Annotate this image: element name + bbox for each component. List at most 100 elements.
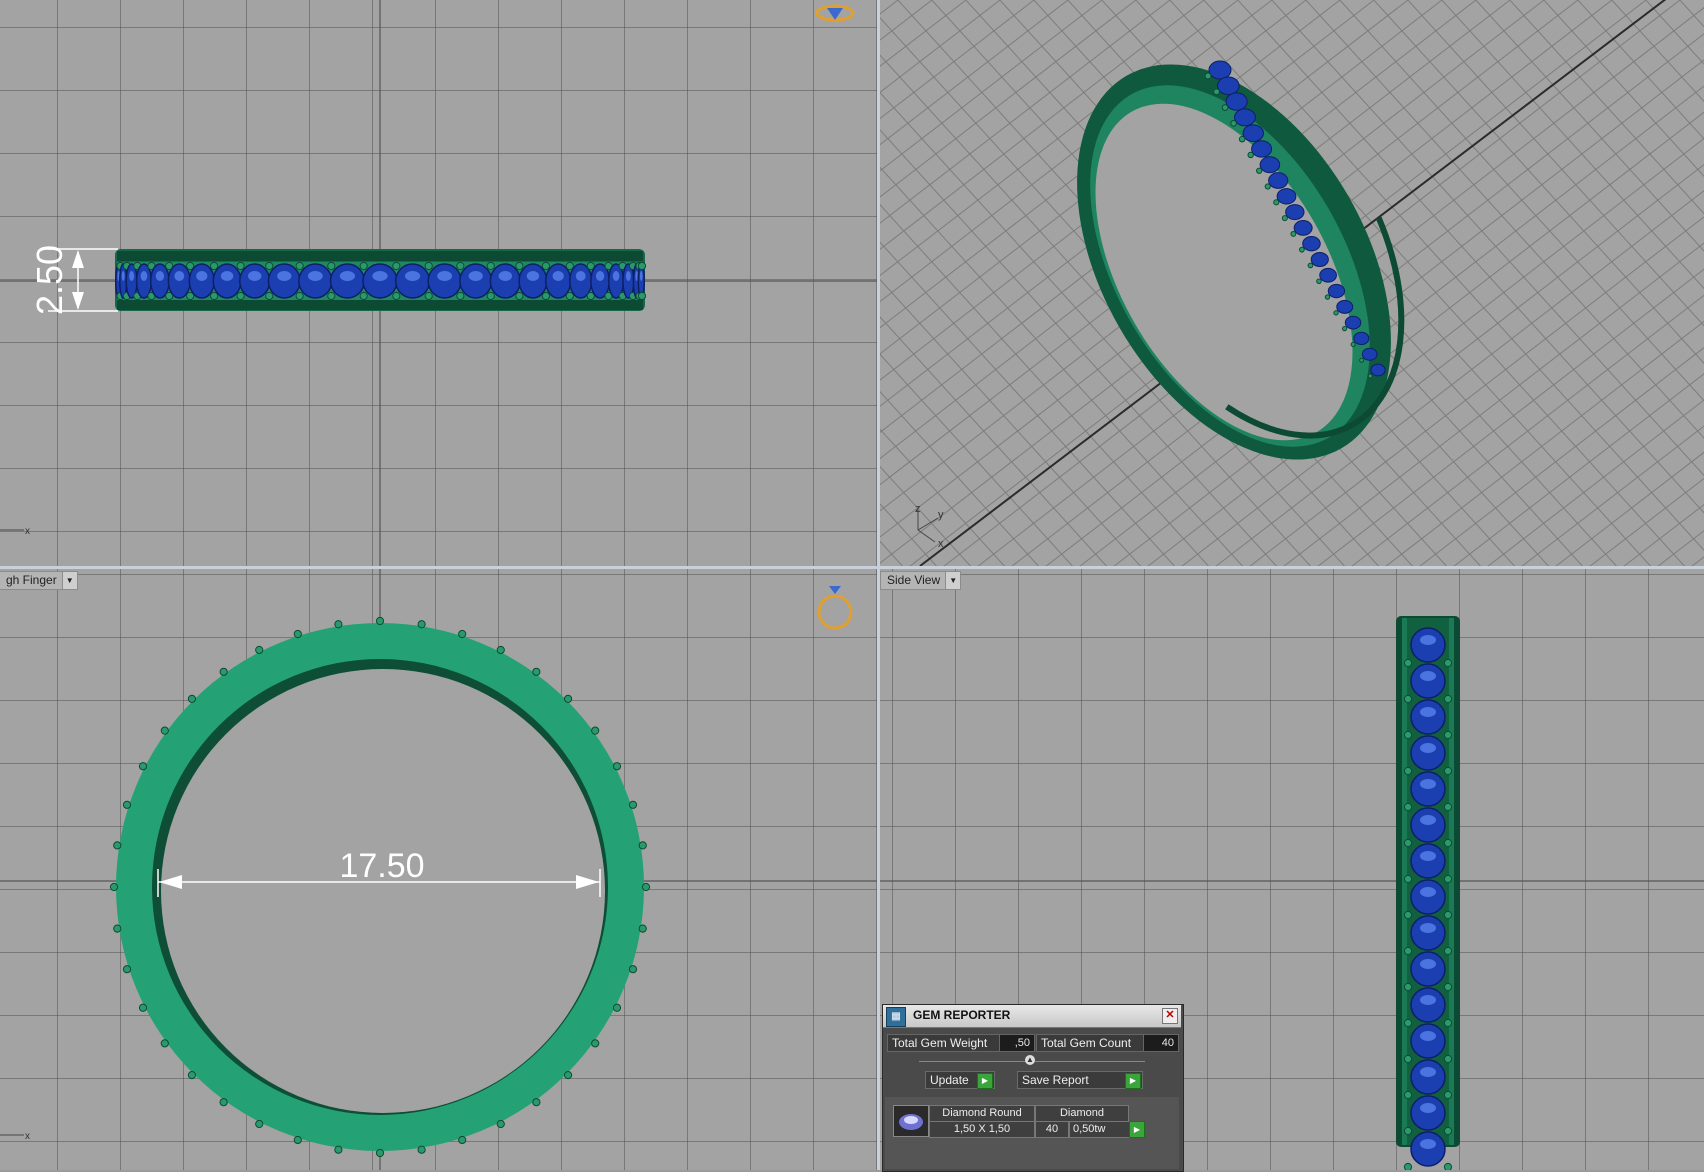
prong xyxy=(236,261,245,271)
prong xyxy=(392,291,401,301)
prong xyxy=(210,261,219,271)
prong xyxy=(295,261,304,271)
gem-reporter-title: GEM REPORTER xyxy=(913,1008,1011,1022)
prong xyxy=(1403,730,1413,740)
viewport-perspective[interactable]: z y x xyxy=(880,0,1704,566)
prong xyxy=(1443,1018,1453,1028)
close-icon[interactable]: ✕ xyxy=(1162,1008,1178,1024)
prong xyxy=(265,291,274,301)
axis-indicator-front: x xyxy=(0,1131,30,1142)
prong xyxy=(187,694,197,704)
svg-text:x: x xyxy=(938,538,944,550)
perspective-canvas: z y x xyxy=(880,0,1704,566)
prong xyxy=(1443,1162,1453,1170)
gem xyxy=(1276,188,1297,205)
prong xyxy=(1443,874,1453,884)
prong xyxy=(1341,326,1348,332)
collapse-icon[interactable]: ▲ xyxy=(1025,1055,1035,1065)
gem-thumbnail[interactable] xyxy=(893,1105,929,1137)
ring-perspective[interactable] xyxy=(1012,4,1464,515)
gem xyxy=(1302,236,1321,252)
prong xyxy=(456,261,465,271)
prong xyxy=(1213,88,1220,96)
prong xyxy=(1443,982,1453,992)
gem xyxy=(1310,251,1329,267)
gem xyxy=(1225,92,1248,111)
gem-row-top xyxy=(114,261,647,301)
gem xyxy=(1327,283,1346,299)
play-icon[interactable]: ▶ xyxy=(1129,1121,1145,1138)
prong xyxy=(334,620,343,629)
ring-front[interactable] xyxy=(116,623,644,1151)
prong xyxy=(1443,910,1453,920)
gem xyxy=(1344,315,1362,330)
prong xyxy=(1443,1090,1453,1100)
prong xyxy=(359,291,368,301)
prong xyxy=(1333,310,1339,316)
prong xyxy=(334,1145,343,1154)
prong xyxy=(122,965,132,974)
prong xyxy=(1443,730,1453,740)
viewport-divider-vertical[interactable] xyxy=(877,0,880,1170)
prong xyxy=(1403,1162,1413,1170)
view-gizmo-front-icon[interactable] xyxy=(817,586,853,630)
chevron-down-icon[interactable]: ▼ xyxy=(61,572,77,589)
prong xyxy=(293,629,302,639)
prong xyxy=(327,261,336,271)
prong xyxy=(541,291,550,301)
prong xyxy=(1443,946,1453,956)
prong xyxy=(458,1135,467,1145)
prong xyxy=(219,1098,228,1107)
prong xyxy=(1238,135,1246,143)
svg-text:x: x xyxy=(25,1131,30,1142)
gem-reporter-panel: ▦ GEM REPORTER ✕ Total Gem Weight ,50 To… xyxy=(882,1004,1184,1172)
gem-size-cell: 1,50 X 1,50 xyxy=(929,1121,1035,1138)
update-button[interactable]: Update ▶ xyxy=(925,1071,995,1089)
gem xyxy=(1251,140,1273,158)
prong xyxy=(591,1039,600,1048)
viewport-front[interactable]: 17.50 x gh Finger ▼ xyxy=(0,569,877,1170)
view-gizmo-icon[interactable] xyxy=(815,4,855,22)
axis-indicator-top: x xyxy=(0,526,30,537)
prong xyxy=(424,261,433,271)
prong xyxy=(563,694,573,704)
prong xyxy=(591,726,600,735)
gem xyxy=(1319,267,1337,283)
gem xyxy=(1336,299,1354,314)
prong xyxy=(1307,262,1314,269)
gem xyxy=(1285,204,1305,221)
prong xyxy=(210,291,219,301)
prong xyxy=(628,965,638,974)
gem-list: Diamond Round Diamond 1,50 X 1,50 40 0,5… xyxy=(885,1097,1179,1169)
prong xyxy=(612,762,622,771)
prong xyxy=(1204,72,1212,80)
save-report-button[interactable]: Save Report ▶ xyxy=(1017,1071,1143,1089)
gem xyxy=(1242,124,1264,142)
prong xyxy=(486,291,495,301)
prong xyxy=(1443,838,1453,848)
viewport-divider-horizontal[interactable] xyxy=(0,566,1704,569)
gem-reporter-titlebar[interactable]: ▦ GEM REPORTER ✕ xyxy=(883,1005,1181,1028)
prong xyxy=(532,1098,541,1107)
gem xyxy=(1268,172,1289,189)
prong xyxy=(1221,104,1229,111)
viewport-label-front[interactable]: gh Finger ▼ xyxy=(0,571,78,590)
viewport-top[interactable]: 2.50 x xyxy=(0,0,877,566)
prong xyxy=(1403,838,1413,848)
chevron-down-icon[interactable]: ▼ xyxy=(945,572,961,589)
prong xyxy=(1324,294,1331,300)
prong xyxy=(541,261,550,271)
prong xyxy=(565,291,574,301)
viewport-label-side[interactable]: Side View ▼ xyxy=(880,571,962,590)
prong xyxy=(1290,230,1297,237)
prong xyxy=(1403,1126,1413,1136)
prong xyxy=(1403,982,1413,992)
svg-text:x: x xyxy=(25,526,30,537)
gem xyxy=(1208,60,1232,80)
gem xyxy=(1234,108,1256,127)
prong xyxy=(532,667,541,676)
total-gem-count-value: 40 xyxy=(1143,1034,1179,1052)
front-view-canvas: 17.50 x xyxy=(0,569,877,1170)
diamond-icon xyxy=(899,1114,923,1130)
prong xyxy=(160,1039,169,1048)
